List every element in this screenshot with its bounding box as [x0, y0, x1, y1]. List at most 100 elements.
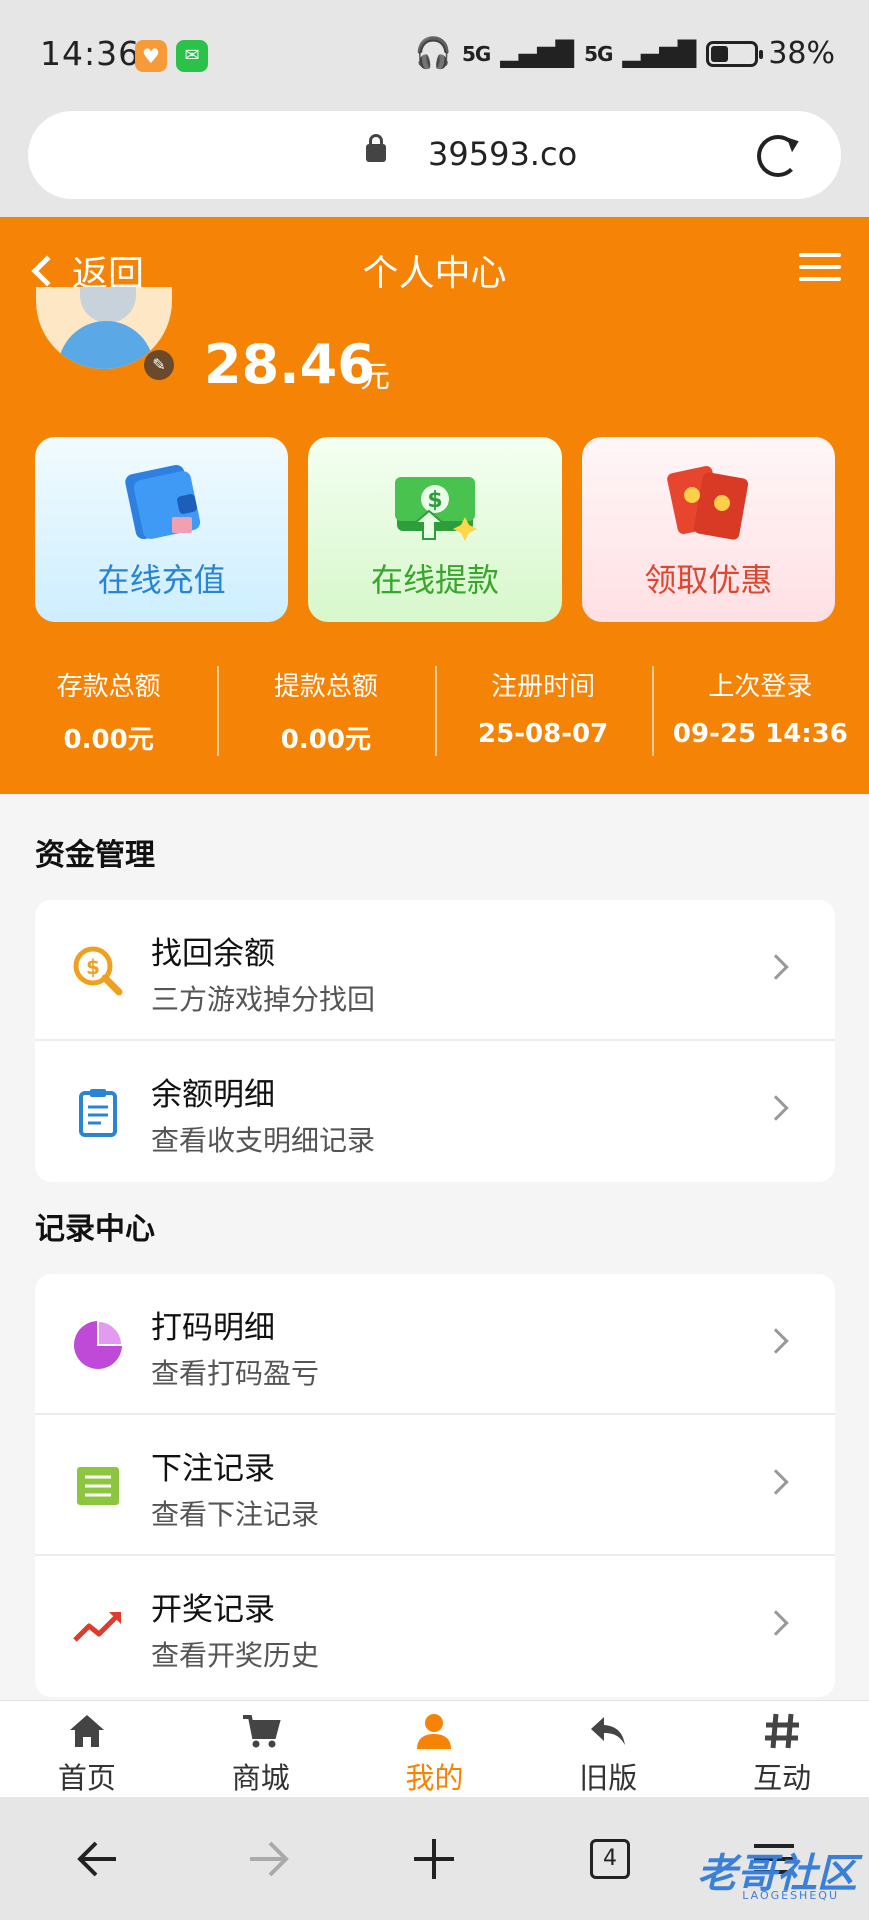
- tab-shop[interactable]: 商城: [174, 1701, 348, 1797]
- stat-label: 提款总额: [273, 672, 378, 702]
- trend-icon: [73, 1612, 121, 1642]
- headphones-icon: 🎧: [414, 36, 452, 71]
- stat-register-time: 注册时间 25-08-07: [434, 662, 652, 756]
- browser-tabs-button[interactable]: 4: [582, 1831, 638, 1887]
- plus-icon: [414, 1839, 454, 1879]
- cash-withdraw-icon: $: [394, 477, 477, 541]
- stat-withdraw-total: 提款总额 0.00元: [217, 662, 434, 756]
- quick-actions: 在线充值 $ 在线提款 领取优惠: [35, 437, 835, 622]
- row-subtitle: 三方游戏掉分找回: [151, 983, 376, 1016]
- tab-old-version[interactable]: 旧版: [521, 1701, 695, 1797]
- tab-label: 我的: [405, 1761, 464, 1795]
- hash-icon: [765, 1713, 800, 1749]
- edit-icon[interactable]: ✎: [144, 350, 174, 380]
- status-right: 🎧 5G ▂▄▆█ 5G ▂▄▆█ 38%: [415, 36, 835, 71]
- content-area[interactable]: 资金管理 $ 找回余额 三方游戏掉分找回 余额明细 查看收支明细记录 记录中心 …: [0, 794, 869, 1700]
- row-subtitle: 查看下注记录: [151, 1498, 320, 1531]
- reply-icon: [591, 1717, 626, 1745]
- row-title: 开奖记录: [151, 1592, 275, 1628]
- list-item-draw-records[interactable]: 开奖记录 查看开奖历史: [35, 1556, 835, 1697]
- list-icon: [77, 1467, 119, 1505]
- recharge-label: 在线充值: [97, 561, 226, 599]
- promotion-button[interactable]: 领取优惠: [581, 437, 835, 622]
- reload-icon[interactable]: [757, 135, 799, 177]
- stat-value: 0.00元: [63, 725, 154, 755]
- battery-percent: 38%: [768, 36, 835, 71]
- arrow-right-icon: [250, 1841, 289, 1877]
- signal-bars-icon: ▂▄▆█: [500, 39, 575, 68]
- signal-5g-1: 5G: [461, 41, 491, 66]
- pie-chart-icon: [74, 1319, 124, 1369]
- funds-card: $ 找回余额 三方游戏掉分找回 余额明细 查看收支明细记录: [35, 900, 835, 1182]
- section-title-records: 记录中心: [35, 1212, 155, 1247]
- section-title-funds: 资金管理: [35, 838, 155, 873]
- tab-home[interactable]: 首页: [0, 1701, 174, 1797]
- status-time: 14:36: [40, 34, 141, 73]
- browser-back-button[interactable]: [70, 1831, 126, 1887]
- withdraw-label: 在线提款: [370, 561, 499, 599]
- records-card: 打码明细 查看打码盈亏 下注记录 查看下注记录 开奖记录 查看开奖历史: [35, 1274, 835, 1697]
- list-item-recover-balance[interactable]: $ 找回余额 三方游戏掉分找回: [35, 900, 835, 1041]
- wallet-icon: [124, 464, 200, 540]
- recharge-button[interactable]: 在线充值: [35, 437, 289, 622]
- balance-amount: 28.46: [204, 333, 375, 396]
- tab-mine[interactable]: 我的: [348, 1701, 522, 1797]
- home-icon: [69, 1715, 104, 1747]
- chevron-right-icon: [763, 954, 789, 980]
- red-envelope-icon: [667, 466, 749, 540]
- address-bar[interactable]: 39593.co: [28, 111, 841, 199]
- tab-label: 商城: [231, 1761, 290, 1795]
- chevron-right-icon: [763, 1328, 789, 1354]
- signal-5g-2: 5G: [584, 41, 613, 66]
- svg-text:$: $: [86, 955, 100, 979]
- app-notification-icon: ♥: [135, 40, 167, 72]
- cart-icon: [242, 1715, 281, 1748]
- wechat-icon: ✉: [176, 40, 208, 72]
- stat-value: 09-25 14:36: [672, 719, 848, 749]
- chevron-right-icon: [763, 1610, 789, 1636]
- lock-icon: [366, 134, 386, 162]
- row-title: 余额明细: [151, 1077, 275, 1113]
- user-icon: [417, 1714, 452, 1749]
- arrow-left-icon: [77, 1841, 116, 1877]
- row-subtitle: 查看收支明细记录: [151, 1124, 376, 1157]
- stat-value: 0.00元: [280, 725, 371, 755]
- browser-new-tab-button[interactable]: [406, 1831, 462, 1887]
- tab-interact[interactable]: 互动: [695, 1701, 869, 1797]
- stat-deposit-total: 存款总额 0.00元: [0, 662, 217, 756]
- menu-icon[interactable]: [799, 253, 841, 283]
- status-bar: 14:36 ♥ ✉ 🎧 5G ▂▄▆█ 5G ▂▄▆█ 38%: [0, 0, 869, 108]
- battery-icon: [706, 40, 764, 67]
- row-title: 找回余额: [151, 936, 275, 972]
- list-item-balance-details[interactable]: 余额明细 查看收支明细记录: [35, 1041, 835, 1182]
- tab-label: 首页: [57, 1761, 116, 1795]
- row-subtitle: 查看打码盈亏: [151, 1357, 320, 1390]
- search-money-icon: $: [73, 946, 123, 996]
- watermark-sub: LAOGESHEQU: [742, 1889, 839, 1902]
- browser-forward-button[interactable]: [240, 1831, 296, 1887]
- promotion-label: 领取优惠: [644, 561, 773, 599]
- list-item-betting-details[interactable]: 打码明细 查看打码盈亏: [35, 1274, 835, 1415]
- chevron-right-icon: [763, 1469, 789, 1495]
- row-title: 下注记录: [151, 1451, 275, 1487]
- stat-label: 注册时间: [491, 672, 596, 702]
- list-item-bet-records[interactable]: 下注记录 查看下注记录: [35, 1415, 835, 1556]
- stat-label: 上次登录: [708, 672, 813, 702]
- url-text[interactable]: 39593.co: [428, 135, 577, 173]
- account-stats: 存款总额 0.00元 提款总额 0.00元 注册时间 25-08-07 上次登录…: [0, 662, 869, 756]
- tab-label: 互动: [753, 1761, 812, 1795]
- balance-unit: 元: [360, 360, 390, 395]
- tab-label: 旧版: [579, 1761, 638, 1795]
- stat-label: 存款总额: [56, 672, 161, 702]
- withdraw-button[interactable]: $ 在线提款: [308, 437, 562, 622]
- stat-value: 25-08-07: [478, 719, 609, 749]
- chevron-right-icon: [763, 1095, 789, 1121]
- browser-toolbar: 4 老哥社区 LAOGESHEQU: [0, 1797, 869, 1920]
- clipboard-icon: [79, 1089, 117, 1137]
- signal-bars-icon-2: ▂▄▆█: [622, 39, 697, 68]
- tabs-count: 4: [590, 1839, 630, 1879]
- row-title: 打码明细: [151, 1310, 275, 1346]
- bottom-tab-bar: 首页 商城 我的 旧版 互动: [0, 1700, 869, 1797]
- svg-text:$: $: [427, 488, 442, 513]
- stat-last-login: 上次登录 09-25 14:36: [651, 662, 869, 756]
